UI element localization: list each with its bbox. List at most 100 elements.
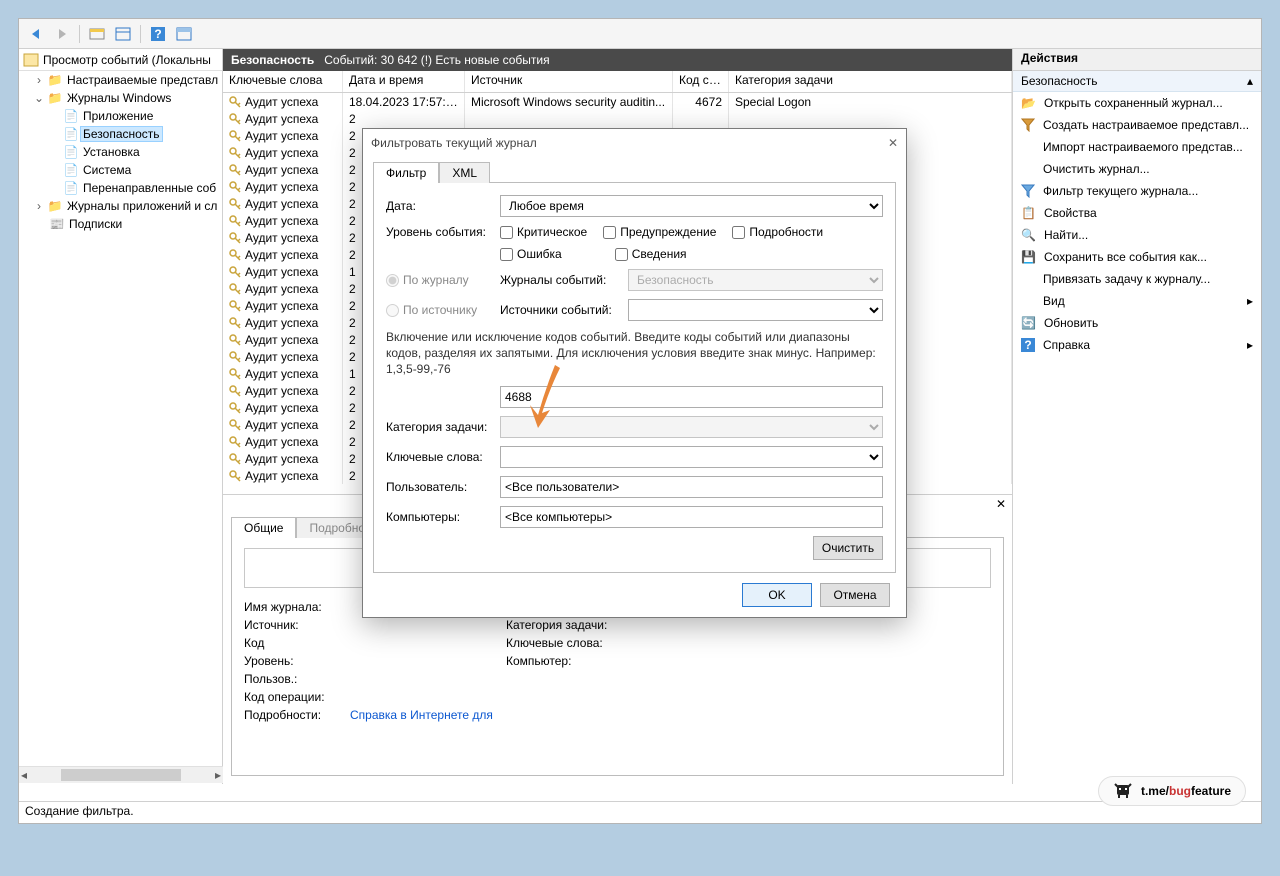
eventviewer-icon [23, 52, 39, 68]
evsrc-select[interactable] [628, 299, 883, 321]
table-row[interactable]: Аудит успеха 18.04.2023 17:57:52 Microso… [223, 93, 1012, 110]
event-ids-input[interactable] [500, 386, 883, 408]
close-icon[interactable]: ✕ [888, 136, 898, 150]
log-icon: 📄 [63, 108, 79, 124]
col-code[interactable]: Код со... [673, 71, 729, 92]
tree-subscriptions[interactable]: 📰Подписки [19, 215, 222, 233]
tab-general[interactable]: Общие [231, 517, 296, 538]
evlogs-select: Безопасность [628, 269, 883, 291]
lbl-level: Уровень: [244, 654, 344, 668]
tree-windows-logs[interactable]: ⌄📁Журналы Windows [19, 89, 222, 107]
tab-filter[interactable]: Фильтр [373, 162, 439, 183]
chk-error[interactable]: Ошибка [500, 247, 562, 261]
lbl-opcode: Код операции: [244, 690, 344, 704]
lbl-keywords: Ключевые слова: [386, 450, 496, 464]
tree-hscroll[interactable]: ◂▸ [19, 766, 223, 783]
preview-icon[interactable] [173, 23, 195, 45]
cancel-button[interactable]: Отмена [820, 583, 890, 607]
radio-by-source: По источнику [386, 303, 496, 317]
refresh-icon: 🔄 [1021, 316, 1036, 330]
status-bar: Создание фильтра. [19, 801, 1261, 823]
chk-critical[interactable]: Критическое [500, 225, 587, 239]
close-icon[interactable]: ✕ [996, 497, 1006, 511]
chk-warning[interactable]: Предупреждение [603, 225, 716, 239]
lbl-user: Пользов.: [244, 672, 344, 686]
nav-tree: Просмотр событий (Локальны ›📁Настраиваем… [19, 49, 223, 784]
log-icon: 📄 [63, 144, 79, 160]
forward-button[interactable] [51, 23, 73, 45]
help-icon: ? [1021, 338, 1035, 352]
properties-icon[interactable] [112, 23, 134, 45]
action-find[interactable]: 🔍Найти... [1013, 224, 1261, 246]
col-source[interactable]: Источник [465, 71, 673, 92]
action-properties[interactable]: 📋Свойства [1013, 202, 1261, 224]
tree-custom-views[interactable]: ›📁Настраиваемые представл [19, 71, 222, 89]
action-clear-log[interactable]: Очистить журнал... [1013, 158, 1261, 180]
save-icon: 💾 [1021, 250, 1036, 264]
actions-pane: Действия Безопасность▴ 📂Открыть сохранен… [1013, 49, 1261, 784]
clear-button[interactable]: Очистить [813, 536, 883, 560]
chk-verbose[interactable]: Подробности [732, 225, 823, 239]
watermark: t.me/bugfeature [1098, 776, 1246, 806]
help-icon[interactable]: ? [147, 23, 169, 45]
action-help[interactable]: ?Справка▸ [1013, 334, 1261, 356]
chk-info[interactable]: Сведения [615, 247, 687, 261]
action-view[interactable]: Вид▸ [1013, 290, 1261, 312]
lbl-level: Уровень события: [386, 225, 496, 239]
lbl-keywords: Ключевые слова: [506, 636, 616, 650]
radio-by-log: По журналу [386, 273, 496, 287]
folder-icon: 📁 [47, 198, 63, 214]
lbl-evsrc: Источники событий: [500, 303, 620, 317]
lbl-date: Дата: [386, 199, 496, 213]
lbl-taskcat: Категория задачи: [506, 618, 616, 632]
svg-text:?: ? [154, 27, 161, 41]
log-icon: 📄 [63, 162, 79, 178]
tree-security[interactable]: 📄Безопасность [19, 125, 222, 143]
ok-button[interactable]: OK [742, 583, 812, 607]
tree-system[interactable]: 📄Система [19, 161, 222, 179]
chevron-right-icon: ▸ [1247, 338, 1253, 352]
action-create-view[interactable]: Создать настраиваемое представл... [1013, 114, 1261, 136]
help-link[interactable]: Справка в Интернете для [350, 708, 493, 722]
props-icon: 📋 [1021, 206, 1036, 220]
action-attach-task[interactable]: Привязать задачу к журналу... [1013, 268, 1261, 290]
col-datetime[interactable]: Дата и время [343, 71, 465, 92]
actions-section[interactable]: Безопасность▴ [1013, 71, 1261, 92]
action-import-view[interactable]: Импорт настраиваемого представ... [1013, 136, 1261, 158]
action-open-saved[interactable]: 📂Открыть сохраненный журнал... [1013, 92, 1261, 114]
show-tree-icon[interactable] [86, 23, 108, 45]
action-filter-log[interactable]: Фильтр текущего журнала... [1013, 180, 1261, 202]
collapse-icon: ▴ [1247, 74, 1253, 88]
subs-icon: 📰 [49, 216, 65, 232]
binoculars-icon: 🔍 [1021, 228, 1036, 242]
funnel-icon [1021, 118, 1035, 132]
back-button[interactable] [25, 23, 47, 45]
actions-header: Действия [1013, 49, 1261, 71]
computers-input[interactable] [500, 506, 883, 528]
tree-application[interactable]: 📄Приложение [19, 107, 222, 125]
log-icon: 📄 [63, 126, 79, 142]
action-save-as[interactable]: 💾Сохранить все события как... [1013, 246, 1261, 268]
list-header: Безопасность Событий: 30 642 (!) Есть но… [223, 49, 1012, 71]
lbl-taskcat: Категория задачи: [386, 420, 496, 434]
col-keywords[interactable]: Ключевые слова [223, 71, 343, 92]
ids-note: Включение или исключение кодов событий. … [386, 329, 883, 378]
task-select [500, 416, 883, 438]
date-select[interactable]: Любое время [500, 195, 883, 217]
col-task[interactable]: Категория задачи [729, 71, 1012, 92]
lbl-computer: Компьютер: [506, 654, 616, 668]
lbl-evlogs: Журналы событий: [500, 273, 620, 287]
lbl-user: Пользователь: [386, 480, 496, 494]
tree-app-services[interactable]: ›📁Журналы приложений и сл [19, 197, 222, 215]
tree-setup[interactable]: 📄Установка [19, 143, 222, 161]
user-input[interactable] [500, 476, 883, 498]
table-row[interactable]: Аудит успеха 2 [223, 110, 1012, 127]
tab-xml[interactable]: XML [439, 162, 490, 183]
keywords-select[interactable] [500, 446, 883, 468]
action-refresh[interactable]: 🔄Обновить [1013, 312, 1261, 334]
tree-root[interactable]: Просмотр событий (Локальны [19, 49, 222, 71]
lbl-source: Источник: [244, 618, 344, 632]
chevron-right-icon: ▸ [1247, 294, 1253, 308]
tree-forwarded[interactable]: 📄Перенаправленные соб [19, 179, 222, 197]
funnel-icon [1021, 184, 1035, 198]
